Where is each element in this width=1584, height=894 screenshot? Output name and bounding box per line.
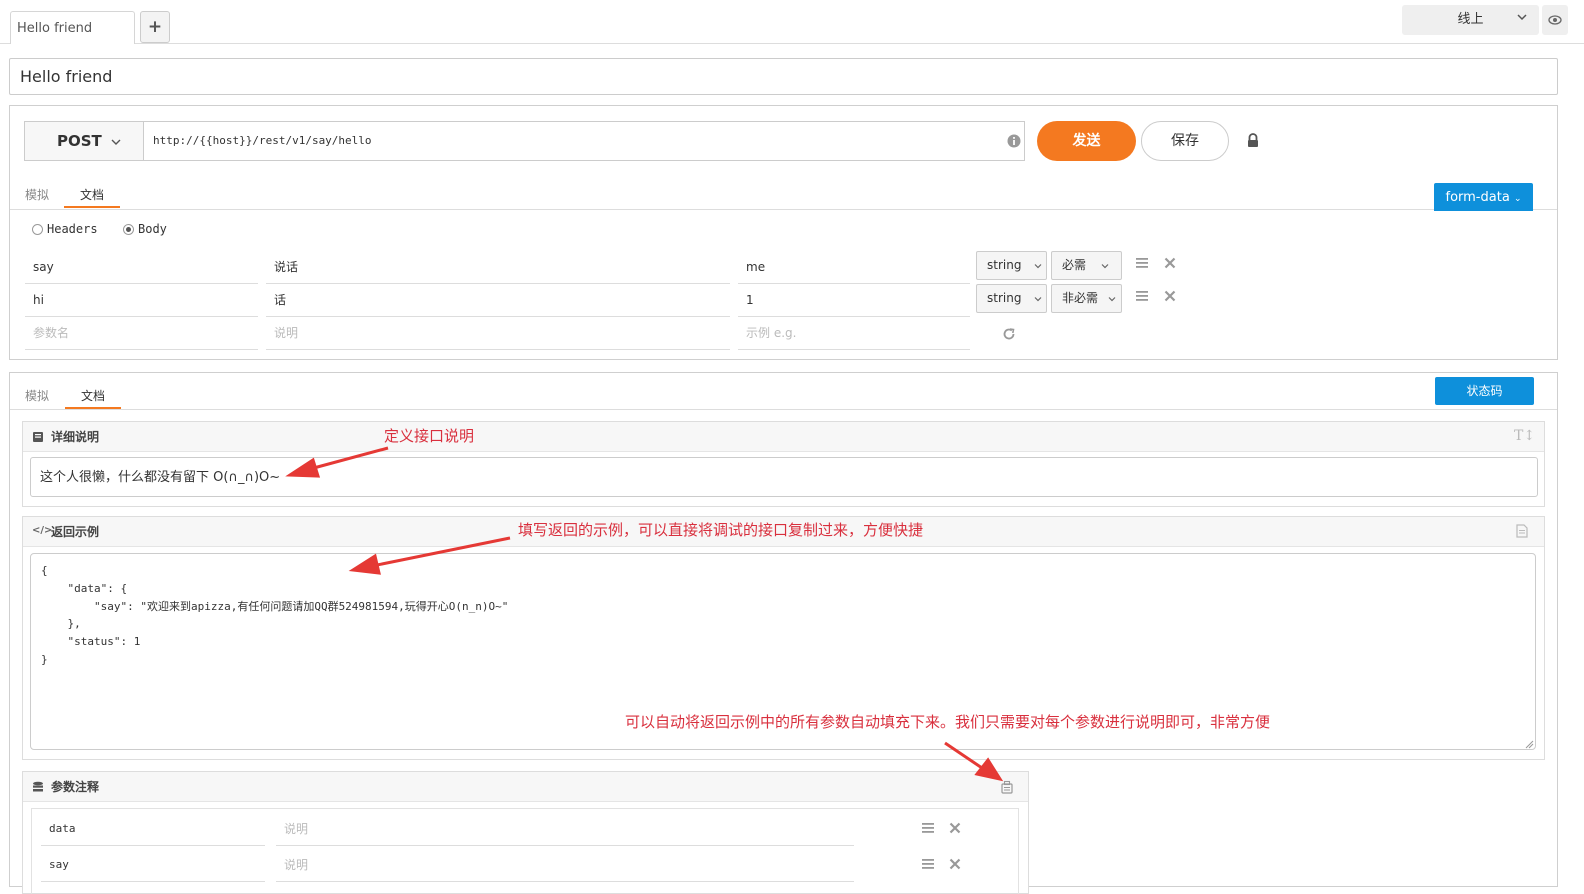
database-icon xyxy=(33,781,43,792)
note-param-desc-input[interactable]: 说明 xyxy=(276,850,854,882)
body-type-select[interactable]: form-data ⌄ xyxy=(1434,183,1533,211)
tab-mock[interactable]: 模拟 xyxy=(20,383,54,409)
param-required-select[interactable]: 必需 xyxy=(1051,251,1122,280)
radio-headers-label: Headers xyxy=(47,222,98,236)
tab-mock[interactable]: 模拟 xyxy=(20,182,54,208)
method-select[interactable]: POST xyxy=(24,121,144,161)
param-required-label: 必需 xyxy=(1062,258,1087,272)
radio-headers[interactable] xyxy=(32,224,43,235)
description-input[interactable]: 这个人很懒，什么都没有留下 O(∩_∩)O~ xyxy=(30,457,1538,497)
new-param-desc-input[interactable]: 说明 xyxy=(266,318,730,350)
example-title: 返回示例 xyxy=(51,525,100,539)
annotation-auto-fill: 可以自动将返回示例中的所有参数自动填充下来。我们只需要对每个参数进行说明即可，非… xyxy=(625,713,1271,731)
param-notes-title: 参数注释 xyxy=(51,780,100,794)
tab-divider xyxy=(10,209,1557,210)
drag-handle-icon[interactable] xyxy=(921,857,935,871)
chevron-down-icon xyxy=(1034,264,1042,269)
save-button[interactable]: 保存 xyxy=(1141,121,1229,161)
tab-docs[interactable]: 文档 xyxy=(64,182,120,208)
tab-hello-friend[interactable]: Hello friend xyxy=(10,11,135,44)
note-param-name-text: data xyxy=(49,822,76,835)
chevron-down-icon xyxy=(1108,297,1116,302)
chevron-down-icon xyxy=(1101,264,1109,269)
param-notes-header: 参数注释 xyxy=(23,772,1028,802)
book-icon xyxy=(33,432,43,442)
eye-icon xyxy=(1548,15,1562,25)
resize-handle-icon[interactable] xyxy=(1525,740,1534,749)
delete-icon[interactable] xyxy=(1163,256,1177,270)
note-param-name: data xyxy=(41,814,265,846)
detail-title: 详细说明 xyxy=(51,430,100,444)
annotation-fill-example: 填写返回的示例，可以直接将调试的接口复制过来，方便快捷 xyxy=(518,521,924,539)
new-param-name-input[interactable]: 参数名 xyxy=(25,318,258,350)
param-desc-input[interactable]: 说话 xyxy=(266,252,730,284)
param-required-label: 非必需 xyxy=(1062,291,1099,305)
param-example-input[interactable]: 1 xyxy=(738,285,970,317)
drag-handle-icon[interactable] xyxy=(1135,289,1149,303)
radio-body-label: Body xyxy=(138,222,167,236)
lock-icon[interactable] xyxy=(1246,133,1260,148)
environment-label: 线上 xyxy=(1457,12,1484,27)
url-input[interactable]: http://{{host}}/rest/v1/say/hello xyxy=(143,121,1025,161)
param-desc-input[interactable]: 话 xyxy=(266,285,730,317)
delete-icon[interactable] xyxy=(948,857,962,871)
body-type-label: form-data xyxy=(1445,190,1510,205)
status-code-button[interactable]: 状态码 xyxy=(1435,377,1534,405)
refresh-icon[interactable] xyxy=(1002,327,1016,341)
param-example-input[interactable]: me xyxy=(738,252,970,284)
drag-handle-icon[interactable] xyxy=(921,821,935,835)
preview-button[interactable] xyxy=(1542,5,1568,35)
chevron-down-icon xyxy=(1517,14,1527,21)
delete-icon[interactable] xyxy=(948,821,962,835)
tab-docs[interactable]: 文档 xyxy=(65,383,121,409)
text-format-icon[interactable]: T↕ xyxy=(1514,428,1535,444)
param-type-label: string xyxy=(987,291,1022,305)
add-tab-button[interactable]: + xyxy=(140,11,170,43)
api-title-input[interactable]: Hello friend xyxy=(9,58,1558,95)
param-type-label: string xyxy=(987,258,1022,272)
chevron-down-icon xyxy=(1034,297,1042,302)
file-icon[interactable] xyxy=(1516,524,1528,538)
note-param-desc-input[interactable]: 说明 xyxy=(276,814,854,846)
note-param-name: say xyxy=(41,850,265,882)
delete-icon[interactable] xyxy=(1163,289,1177,303)
annotation-define-description: 定义接口说明 xyxy=(384,427,475,445)
note-param-name-text: say xyxy=(49,858,69,871)
drag-handle-icon[interactable] xyxy=(1135,256,1149,270)
code-icon: </> xyxy=(32,525,53,536)
chevron-down-icon: ⌄ xyxy=(1513,194,1522,204)
send-button[interactable]: 发送 xyxy=(1037,121,1136,161)
info-icon[interactable] xyxy=(1007,134,1021,148)
param-name-input[interactable]: hi xyxy=(25,285,258,317)
new-param-example-input[interactable]: 示例 e.g. xyxy=(738,318,970,350)
auto-fill-icon[interactable] xyxy=(1000,780,1014,794)
tab-bar xyxy=(0,0,1584,44)
chevron-down-icon xyxy=(111,139,121,145)
detail-card-header: 详细说明 xyxy=(23,422,1544,452)
param-name-input[interactable]: say xyxy=(25,252,258,284)
radio-body[interactable] xyxy=(123,224,134,235)
tab-divider xyxy=(10,409,1557,410)
method-label: POST xyxy=(57,132,102,150)
